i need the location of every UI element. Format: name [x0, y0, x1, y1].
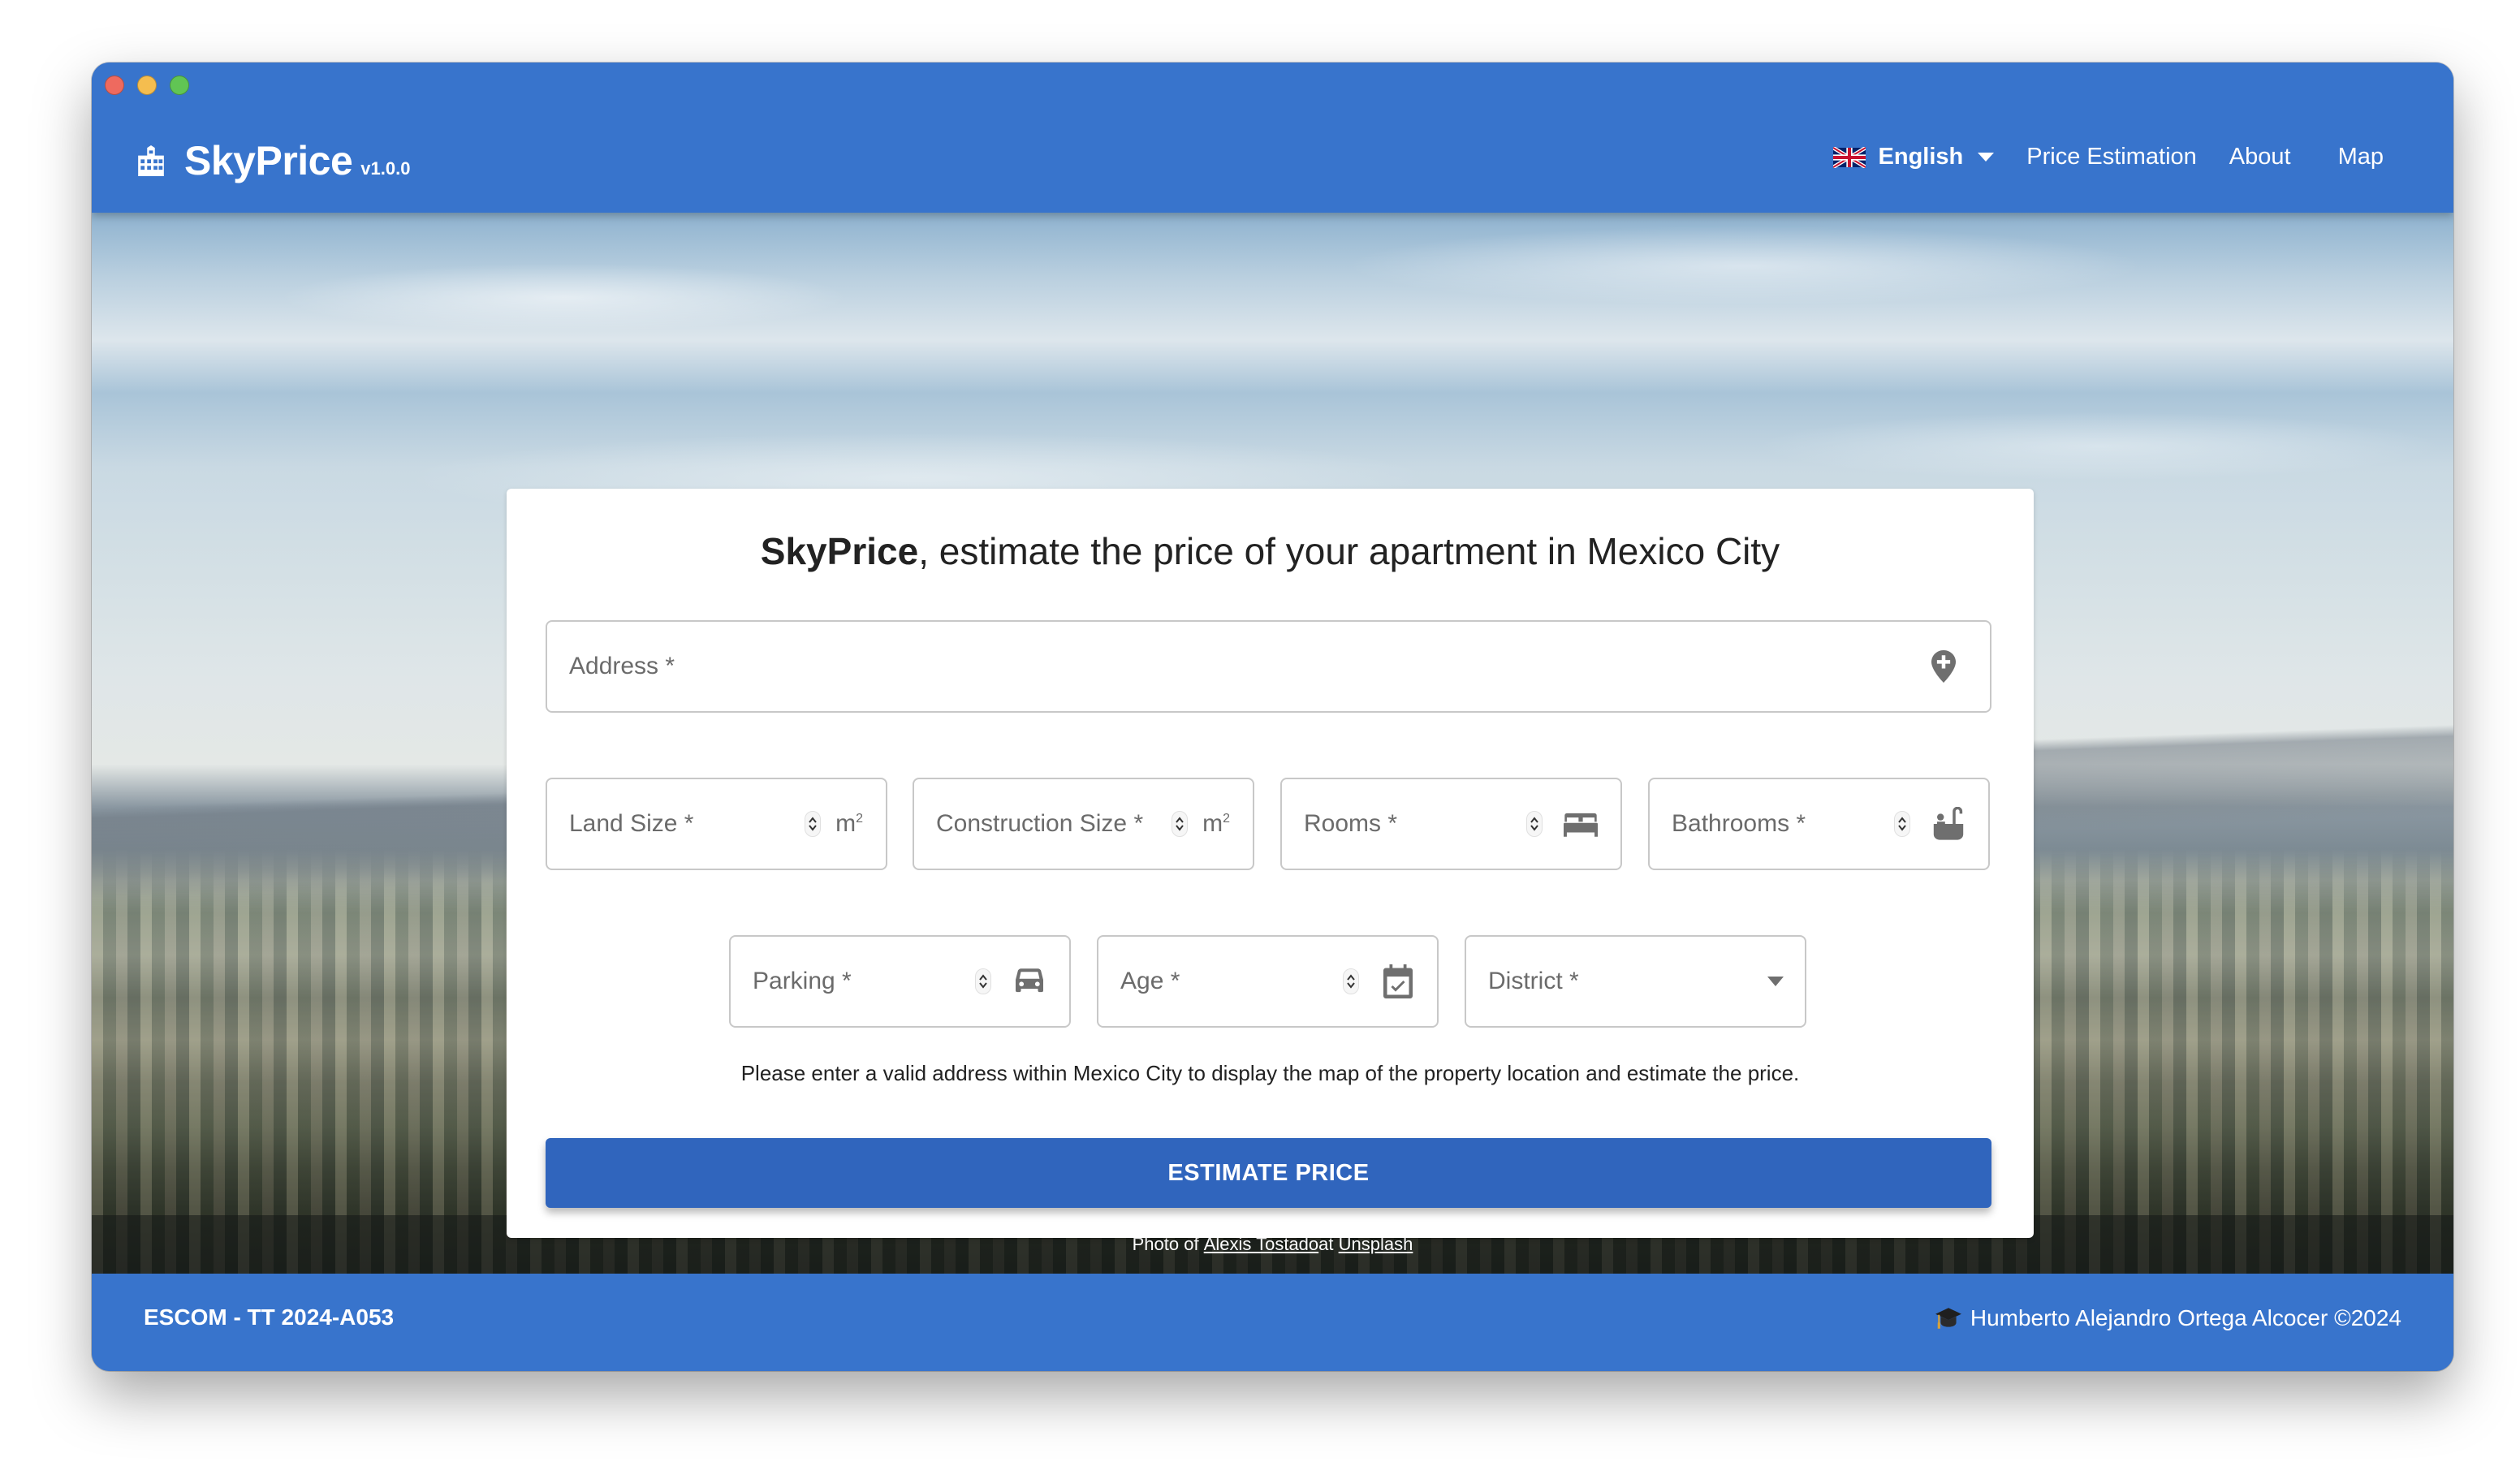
uk-flag-icon	[1832, 146, 1866, 168]
nav-about[interactable]: About	[2229, 144, 2291, 170]
window-controls	[105, 75, 189, 95]
construction-size-input[interactable]: Construction Size * m2	[913, 778, 1254, 870]
chevron-up-icon[interactable]	[1346, 973, 1356, 981]
chevron-up-icon[interactable]	[978, 973, 988, 981]
chevron-down-icon[interactable]	[1530, 824, 1539, 832]
chevron-up-icon[interactable]	[1897, 816, 1907, 824]
construction-size-unit: m2	[1202, 810, 1230, 837]
estimation-form-card: SkyPrice, estimate the price of your apa…	[507, 489, 2034, 1238]
district-label: District *	[1488, 968, 1579, 994]
nav-map[interactable]: Map	[2338, 144, 2384, 170]
chevron-down-icon[interactable]	[1897, 824, 1907, 832]
parking-input[interactable]: Parking *	[729, 935, 1071, 1028]
footer: ESCOM - TT 2024-A053 Humberto Alejandro …	[92, 1274, 2453, 1371]
age-stepper[interactable]	[1343, 968, 1359, 994]
nav-price-estimation[interactable]: Price Estimation	[2026, 144, 2197, 170]
bed-icon	[1564, 813, 1598, 837]
caret-down-icon	[1767, 977, 1784, 986]
form-title: SkyPrice, estimate the price of your apa…	[507, 529, 2034, 573]
district-select[interactable]: District *	[1465, 935, 1806, 1028]
chevron-up-icon[interactable]	[808, 816, 818, 824]
footer-author-text: Humberto Alejandro Ortega Alcocer ©2024	[1970, 1305, 2401, 1330]
rooms-label: Rooms *	[1304, 810, 1398, 837]
construction-size-label: Construction Size *	[936, 810, 1144, 837]
land-size-input[interactable]: Land Size * m2	[546, 778, 887, 870]
calendar-check-icon	[1383, 964, 1413, 998]
desktop: SkyPrice v1.0.0 English Price Estimation	[0, 0, 2520, 1479]
graduation-cap-icon	[1935, 1308, 1961, 1329]
chevron-up-icon[interactable]	[1175, 816, 1184, 824]
chevron-down-icon[interactable]	[978, 981, 988, 990]
language-label: English	[1878, 144, 1964, 170]
rooms-stepper[interactable]	[1526, 811, 1543, 837]
brand-name: SkyPrice	[184, 138, 353, 183]
form-title-text: , estimate the price of your apartment i…	[918, 530, 1780, 572]
land-size-stepper[interactable]	[805, 811, 821, 837]
estimate-price-button[interactable]: ESTIMATE PRICE	[546, 1138, 1991, 1208]
nav-menu: English Price Estimation About Map	[1832, 144, 2384, 170]
address-label: Address *	[569, 653, 675, 679]
maximize-window-button[interactable]	[170, 75, 189, 95]
building-icon	[138, 145, 164, 176]
close-window-button[interactable]	[105, 75, 124, 95]
minimize-window-button[interactable]	[137, 75, 157, 95]
chevron-down-icon[interactable]	[1346, 981, 1356, 990]
rooms-input[interactable]: Rooms *	[1280, 778, 1622, 870]
navbar: SkyPrice v1.0.0 English Price Estimation	[92, 63, 2453, 213]
map-pin-plus-icon[interactable]	[1931, 650, 1956, 683]
land-size-label: Land Size *	[569, 810, 694, 837]
parking-stepper[interactable]	[975, 968, 991, 994]
brand-logo[interactable]: SkyPrice v1.0.0	[136, 137, 410, 184]
construction-size-stepper[interactable]	[1172, 811, 1188, 837]
chevron-down-icon[interactable]	[808, 824, 818, 832]
land-size-unit: m2	[835, 810, 863, 837]
browser-window: SkyPrice v1.0.0 English Price Estimation	[92, 63, 2453, 1371]
footer-project-id: ESCOM - TT 2024-A053	[144, 1304, 395, 1330]
form-title-brand: SkyPrice	[760, 530, 919, 572]
caret-down-icon	[1978, 153, 1995, 162]
footer-author: Humberto Alejandro Ortega Alcocer ©2024	[1935, 1304, 2401, 1332]
brand-version: v1.0.0	[360, 158, 411, 179]
car-icon	[1016, 968, 1043, 993]
address-input[interactable]: Address *	[546, 620, 1991, 713]
age-input[interactable]: Age *	[1097, 935, 1439, 1028]
bathrooms-stepper[interactable]	[1894, 811, 1910, 837]
chevron-down-icon[interactable]	[1175, 824, 1184, 832]
bathtub-icon	[1933, 807, 1964, 840]
age-label: Age *	[1120, 968, 1180, 994]
bathrooms-label: Bathrooms *	[1672, 810, 1806, 837]
chevron-up-icon[interactable]	[1530, 816, 1539, 824]
hero-background-photo: SkyPrice, estimate the price of your apa…	[92, 213, 2453, 1274]
parking-label: Parking *	[753, 968, 852, 994]
bathrooms-input[interactable]: Bathrooms *	[1648, 778, 1990, 870]
language-selector[interactable]: English	[1832, 144, 1995, 170]
address-hint: Please enter a valid address within Mexi…	[740, 1061, 1800, 1085]
